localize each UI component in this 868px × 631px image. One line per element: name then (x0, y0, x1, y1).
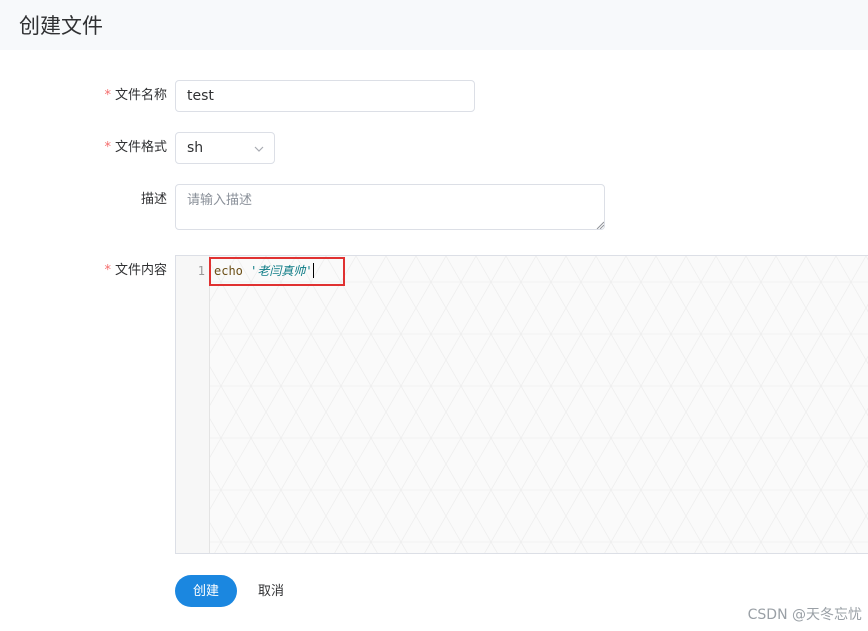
file-format-label-text: 文件格式 (114, 140, 167, 155)
code-line[interactable]: echo '老闫真帅' (214, 263, 314, 279)
required-mark: * (104, 88, 111, 103)
chevron-down-icon (254, 146, 264, 152)
file-format-select[interactable]: sh (175, 132, 275, 164)
required-mark: * (104, 140, 111, 155)
description-label: 描述 (141, 190, 167, 210)
file-format-label: * 文件格式 (104, 138, 167, 158)
resize-grip-icon[interactable] (596, 221, 604, 229)
file-content-label-text: 文件内容 (114, 263, 167, 278)
cancel-button[interactable]: 取消 (248, 575, 294, 607)
editor-gutter: 1 (176, 256, 210, 553)
file-content-label: * 文件内容 (104, 261, 167, 281)
code-keyword: echo (214, 264, 243, 278)
editor-code-area[interactable]: echo '老闫真帅' (210, 256, 868, 553)
file-format-value: sh (187, 140, 204, 156)
watermark: CSDN @天冬忘忧 (747, 607, 862, 623)
page-title: 创建文件 (19, 14, 103, 38)
description-textarea[interactable] (175, 184, 605, 230)
page-header: 创建文件 (0, 0, 868, 50)
file-name-input[interactable]: test (175, 80, 475, 112)
create-button[interactable]: 创建 (175, 575, 237, 607)
file-name-label-text: 文件名称 (114, 88, 167, 103)
description-label-text: 描述 (140, 192, 167, 207)
file-name-label: * 文件名称 (104, 86, 167, 106)
text-cursor (312, 263, 314, 278)
code-editor[interactable]: 1 echo '老闫真帅' (175, 255, 868, 554)
code-string: '老闫真帅' (250, 264, 313, 278)
line-number: 1 (197, 264, 205, 278)
required-mark: * (104, 263, 111, 278)
file-name-value: test (187, 88, 214, 104)
